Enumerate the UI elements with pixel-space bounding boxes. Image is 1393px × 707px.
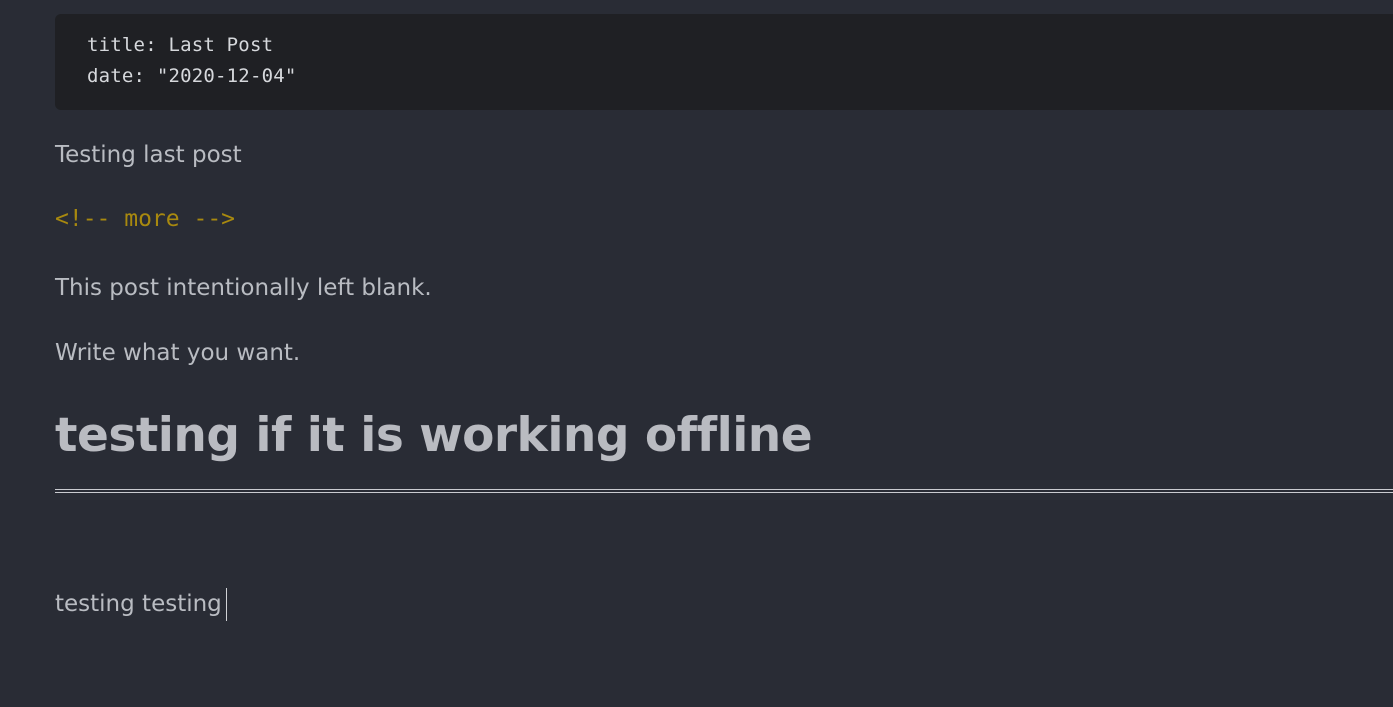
frontmatter-code-block[interactable]: title: Last Post date: "2020-12-04" (55, 14, 1393, 110)
paragraph-testing-last-post[interactable]: Testing last post (55, 142, 242, 168)
paragraph-write-what-you-want[interactable]: Write what you want. (55, 340, 300, 366)
text-cursor (226, 588, 227, 621)
frontmatter-date-line[interactable]: date: "2020-12-04" (87, 65, 297, 87)
markdown-editor[interactable]: title: Last Post date: "2020-12-04" Test… (0, 0, 1393, 707)
heading-underline-divider (55, 489, 1393, 493)
paragraph-testing-testing[interactable]: testing testing (55, 591, 222, 617)
heading-testing-offline[interactable]: testing if it is working offline (55, 408, 813, 463)
frontmatter-title-line[interactable]: title: Last Post (87, 34, 273, 56)
more-comment[interactable]: <!-- more --> (55, 206, 235, 232)
paragraph-left-blank[interactable]: This post intentionally left blank. (55, 275, 432, 301)
